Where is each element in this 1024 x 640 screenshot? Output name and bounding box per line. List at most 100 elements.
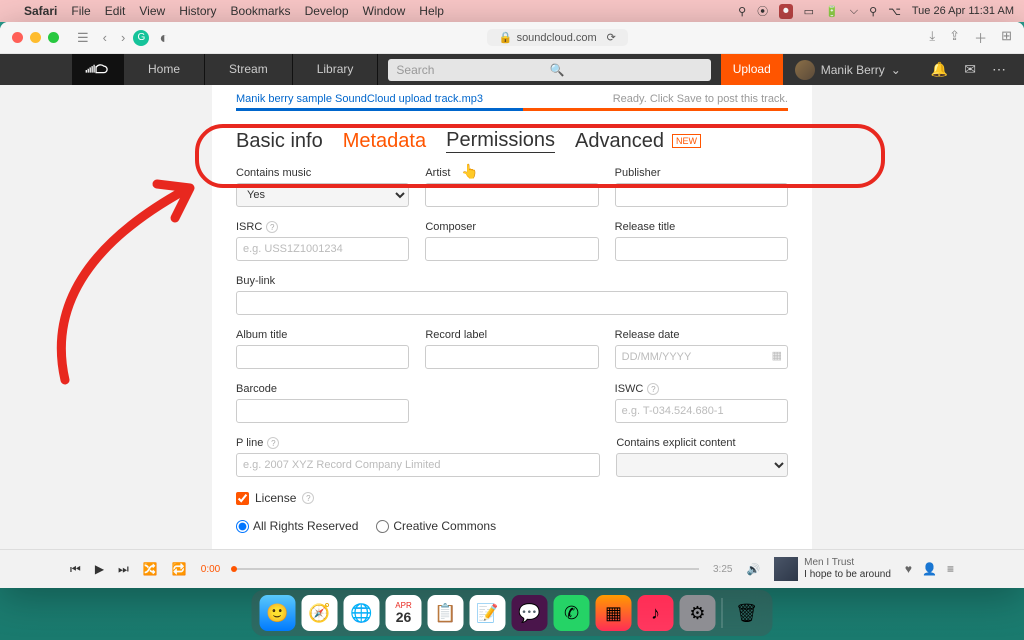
select-contains-music[interactable]: Yes: [236, 183, 409, 207]
select-explicit[interactable]: [616, 453, 788, 477]
player-artwork[interactable]: [774, 557, 798, 581]
new-tab-icon[interactable]: ＋: [974, 28, 987, 47]
dock-music[interactable]: ♪: [638, 595, 674, 631]
menu-edit[interactable]: Edit: [105, 4, 126, 18]
menu-window[interactable]: Window: [363, 4, 406, 18]
calendar-icon[interactable]: ▦: [772, 349, 782, 362]
share-icon[interactable]: ⇪: [949, 28, 960, 47]
bluetooth-icon[interactable]: ⚲: [738, 5, 746, 18]
player-title[interactable]: I hope to be around: [804, 569, 891, 581]
wifi-icon[interactable]: ⌵: [850, 5, 858, 18]
help-icon[interactable]: ?: [266, 221, 278, 233]
dock-trash[interactable]: 🗑: [729, 595, 765, 631]
menu-file[interactable]: File: [71, 4, 90, 18]
dock-reminders[interactable]: 📋: [428, 595, 464, 631]
soundcloud-logo[interactable]: [72, 54, 124, 85]
help-icon[interactable]: ?: [267, 437, 279, 449]
input-composer[interactable]: [425, 237, 598, 261]
shield-extension-icon[interactable]: ◐: [159, 30, 173, 44]
app-name[interactable]: Safari: [24, 4, 57, 18]
player-prev-icon[interactable]: ⏮: [70, 562, 81, 577]
notifications-icon[interactable]: 🔔: [931, 61, 948, 78]
sidebar-toggle-icon[interactable]: ☰: [77, 30, 89, 46]
dock-calendar[interactable]: APR26: [386, 595, 422, 631]
menu-help[interactable]: Help: [419, 4, 444, 18]
dock-finder[interactable]: 🙂: [260, 595, 296, 631]
grammarly-extension-icon[interactable]: G: [133, 30, 149, 46]
tab-permissions[interactable]: Permissions: [446, 129, 555, 153]
battery-icon[interactable]: 🔋: [825, 5, 839, 18]
checkbox-license[interactable]: [236, 492, 249, 505]
player-queue-icon[interactable]: ≡: [947, 562, 954, 576]
input-record-label[interactable]: [425, 345, 598, 369]
nav-library[interactable]: Library: [293, 54, 379, 85]
input-isrc[interactable]: [236, 237, 409, 261]
status-icon[interactable]: ⦿: [757, 3, 768, 19]
nav-stream[interactable]: Stream: [205, 54, 293, 85]
tab-advanced[interactable]: Advanced: [575, 130, 664, 153]
player-volume-icon[interactable]: 🔊: [746, 563, 760, 576]
tab-metadata[interactable]: Metadata: [343, 130, 426, 153]
safari-toolbar: ☰ ‹ › G ◐ 🔒 soundcloud.com ⟳ ⤓ ⇪ ＋ ⊞: [0, 22, 1024, 54]
search-input[interactable]: Search 🔍: [388, 59, 710, 81]
tabs-overview-icon[interactable]: ⊞: [1001, 28, 1012, 47]
user-menu[interactable]: Manik Berry ⌄: [783, 60, 913, 80]
dock-safari[interactable]: 🧭: [302, 595, 338, 631]
input-buy-link[interactable]: [236, 291, 788, 315]
player-next-icon[interactable]: ⏭: [118, 562, 129, 577]
forward-button-icon[interactable]: ›: [121, 30, 125, 46]
upload-button[interactable]: Upload: [721, 54, 783, 85]
input-barcode[interactable]: [236, 399, 409, 423]
dock-app[interactable]: ▦: [596, 595, 632, 631]
menu-bookmarks[interactable]: Bookmarks: [231, 4, 291, 18]
input-release-title[interactable]: [615, 237, 788, 261]
spotlight-icon[interactable]: ⚲: [869, 5, 877, 18]
player-shuffle-icon[interactable]: 🔀: [143, 562, 158, 577]
address-bar[interactable]: 🔒 soundcloud.com ⟳: [487, 29, 628, 46]
player-like-icon[interactable]: ♥: [905, 562, 912, 576]
menubar-clock[interactable]: Tue 26 Apr 11:31 AM: [912, 5, 1014, 17]
dock-chrome[interactable]: 🌐: [344, 595, 380, 631]
player-play-icon[interactable]: ▶: [95, 562, 104, 577]
window-zoom-button[interactable]: [48, 32, 59, 43]
label-pline: P line: [236, 437, 263, 449]
input-artist[interactable]: [425, 183, 598, 207]
display-icon[interactable]: ▭: [804, 5, 814, 18]
radio-creative-commons[interactable]: [376, 520, 389, 533]
back-button-icon[interactable]: ‹: [103, 30, 107, 46]
window-minimize-button[interactable]: [30, 32, 41, 43]
messages-icon[interactable]: ✉: [964, 61, 976, 78]
label-isrc: ISRC: [236, 221, 262, 233]
reload-icon[interactable]: ⟳: [607, 31, 616, 44]
menu-view[interactable]: View: [139, 4, 165, 18]
label-artist: Artist: [425, 167, 598, 179]
search-placeholder: Search: [396, 63, 549, 77]
input-iswc[interactable]: [615, 399, 788, 423]
dock-slack[interactable]: 💬: [512, 595, 548, 631]
window-close-button[interactable]: [12, 32, 23, 43]
input-release-date[interactable]: [615, 345, 788, 369]
player-repeat-icon[interactable]: 🔁: [172, 562, 187, 577]
help-icon[interactable]: ?: [647, 383, 659, 395]
menu-develop[interactable]: Develop: [305, 4, 349, 18]
player-artist[interactable]: Men I Trust: [804, 557, 891, 569]
search-icon: 🔍: [550, 63, 703, 77]
tab-basic-info[interactable]: Basic info: [236, 130, 323, 153]
control-center-icon[interactable]: ⌥: [888, 5, 901, 18]
input-album-title[interactable]: [236, 345, 409, 369]
record-icon[interactable]: ⏺: [779, 4, 793, 19]
input-pline[interactable]: [236, 453, 600, 477]
input-publisher[interactable]: [615, 183, 788, 207]
more-icon[interactable]: ⋯: [992, 61, 1006, 78]
radio-all-rights[interactable]: [236, 520, 249, 533]
help-icon[interactable]: ?: [302, 492, 314, 504]
dock-notes[interactable]: 📝: [470, 595, 506, 631]
dock-whatsapp[interactable]: ✆: [554, 595, 590, 631]
player-follow-icon[interactable]: 👤: [922, 562, 937, 576]
downloads-icon[interactable]: ⤓: [929, 28, 935, 47]
menu-history[interactable]: History: [179, 4, 216, 18]
player-seek-bar[interactable]: [234, 568, 699, 570]
new-badge: NEW: [672, 134, 701, 148]
dock-settings[interactable]: ⚙: [680, 595, 716, 631]
nav-home[interactable]: Home: [124, 54, 205, 85]
